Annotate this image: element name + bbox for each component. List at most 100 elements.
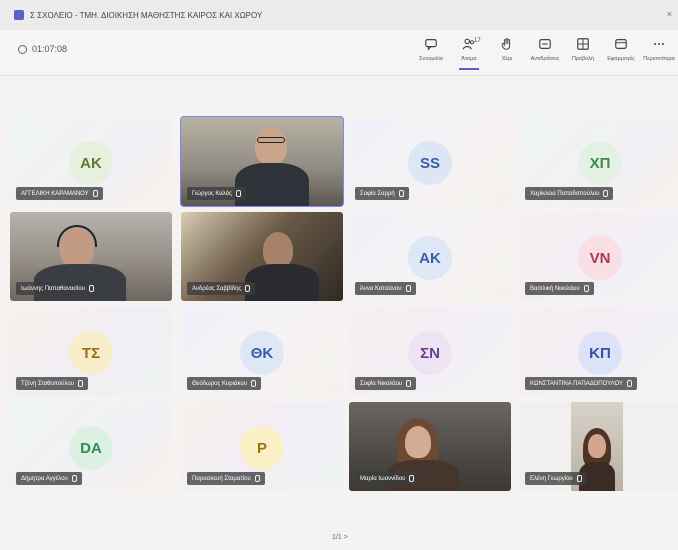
- participant-avatar: DA: [69, 426, 113, 470]
- participant-avatar: P: [240, 426, 284, 470]
- participant-name: ΚΩΝΣΤΑΝΤΙΝΑ ΠΑΠΑΔΟΠΟΥΛΟΥ: [530, 380, 624, 387]
- toolbar-apps-button[interactable]: Εφαρμογές: [602, 34, 640, 70]
- participant-tile[interactable]: SS Σοφία Σαρρή: [349, 117, 511, 206]
- participant-name: Χαρίκλεια Παπαδοπούλου: [530, 190, 600, 197]
- participant-name: Γιώργος Καλός: [192, 190, 232, 197]
- participant-tile[interactable]: Ελένη Γεωργίου: [519, 402, 678, 491]
- participant-name-tag: Ιωάννης Παπαθανασίου: [16, 282, 99, 295]
- mic-muted-icon: [77, 380, 83, 387]
- toolbar-actions: Συνομιλία Άτομα 17 Χέρι Αντιδράσεις Προβολή Εφ…: [412, 34, 678, 70]
- participant-tile[interactable]: ΑΚ Άννα Κατσάνου: [349, 212, 511, 301]
- mic-muted-icon: [406, 380, 412, 387]
- toolbar-label: Εφαρμογές: [607, 56, 635, 62]
- participant-avatar: ΣΝ: [408, 331, 452, 375]
- participant-tile[interactable]: Ιωάννης Παπαθανασίου: [10, 212, 172, 301]
- toolbar-more-button[interactable]: Περισσότερα: [640, 34, 678, 70]
- view-icon: [575, 36, 591, 52]
- participant-name-tag: Παρασκευή Σταματίου: [187, 472, 265, 485]
- window-title: Σ ΣΧΟΛΕΙΟ - ΤΜΗ. ΔΙΟΙΚΗΣΗ ΜΑΘΗΣΤΗΣ ΚΑΙΡΟ…: [30, 10, 263, 20]
- participant-name-tag: Τζένη Σταθοπούλου: [16, 377, 88, 390]
- toolbar-label: Περισσότερα: [643, 56, 675, 62]
- mic-muted-icon: [405, 285, 411, 292]
- participant-tile[interactable]: Ανδρέας Σαββίδης: [181, 212, 343, 301]
- mic-muted-icon: [583, 285, 589, 292]
- window-close-icon[interactable]: ×: [667, 9, 672, 19]
- timer-text: 01:07:08: [32, 44, 68, 54]
- participant-name-tag: Δήμητρα Αγγέλου: [16, 472, 82, 485]
- participant-name-tag: Σοφία Σαρρή: [355, 187, 409, 200]
- participant-avatar: VN: [578, 236, 622, 280]
- mic-muted-icon: [88, 285, 94, 292]
- participant-avatar: SS: [408, 141, 452, 185]
- participant-count: 17: [474, 38, 481, 44]
- mic-muted-icon: [603, 190, 609, 197]
- participant-avatar: ΚΠ: [578, 331, 622, 375]
- mic-muted-icon: [251, 380, 257, 387]
- participant-name: Σοφία Νικολάου: [360, 380, 403, 387]
- toolbar-label: Άτομα: [461, 56, 477, 62]
- pager-text: 1/1 >: [332, 534, 348, 541]
- apps-icon: [613, 36, 629, 52]
- participant-name: Ιωάννης Παπαθανασίου: [21, 285, 85, 292]
- participant-name-tag: Ανδρέας Σαββίδης: [187, 282, 256, 295]
- participant-name: Τζένη Σταθοπούλου: [21, 380, 74, 387]
- toolbar-label: Συνομιλία: [419, 56, 443, 62]
- meeting-toolbar: 01:07:08 Συνομιλία Άτομα 17 Χέρι Αντιδράσεις…: [0, 30, 678, 76]
- participant-avatar: ΘΚ: [240, 331, 284, 375]
- participant-tile[interactable]: VN Βασιλική Νικολάου: [519, 212, 678, 301]
- toolbar-chat-button[interactable]: Συνομιλία: [412, 34, 450, 70]
- mic-muted-icon: [627, 380, 633, 387]
- participant-name-tag: Σοφία Νικολάου: [355, 377, 417, 390]
- mic-muted-icon: [92, 190, 98, 197]
- toolbar-label: Αντιδράσεις: [530, 56, 560, 62]
- participant-name: ΑΓΓΕΛΙΚΗ ΚΑΡΑΜΑΝΟΥ: [21, 190, 89, 197]
- participant-avatar: ΑΚ: [69, 141, 113, 185]
- participant-name: Άννα Κατσάνου: [360, 285, 402, 292]
- reactions-icon: [537, 36, 553, 52]
- participant-name: Ανδρέας Σαββίδης: [192, 285, 242, 292]
- more-icon: [651, 36, 667, 52]
- participant-tile[interactable]: ΑΚ ΑΓΓΕΛΙΚΗ ΚΑΡΑΜΑΝΟΥ: [10, 117, 172, 206]
- participant-name-tag: ΚΩΝΣΤΑΝΤΙΝΑ ΠΑΠΑΔΟΠΟΥΛΟΥ: [525, 377, 638, 390]
- participant-tile[interactable]: ΣΝ Σοφία Νικολάου: [349, 307, 511, 396]
- mic-muted-icon: [254, 475, 260, 482]
- participant-name: Ελένη Γεωργίου: [530, 475, 573, 482]
- participant-name-tag: Άννα Κατσάνου: [355, 282, 416, 295]
- participant-name: Παρασκευή Σταματίου: [192, 475, 251, 482]
- gallery-pager[interactable]: 1/1 >: [332, 534, 348, 541]
- toolbar-label: Προβολή: [571, 56, 595, 62]
- video-gallery: ΑΚ ΑΓΓΕΛΙΚΗ ΚΑΡΑΜΑΝΟΥ Γιώργος Καλός SS Σοφία…: [0, 77, 678, 550]
- participant-tile[interactable]: ΚΠ ΚΩΝΣΤΑΝΤΙΝΑ ΠΑΠΑΔΟΠΟΥΛΟΥ: [519, 307, 678, 396]
- participant-tile[interactable]: ΘΚ Θεόδωρος Κυριάκου: [181, 307, 343, 396]
- mic-muted-icon: [409, 475, 415, 482]
- participant-avatar: ΧΠ: [578, 141, 622, 185]
- meeting-timer: 01:07:08: [18, 44, 67, 54]
- mic-muted-icon: [576, 475, 582, 482]
- mic-muted-icon: [398, 190, 404, 197]
- clock-icon: [18, 44, 27, 54]
- participant-tile[interactable]: Μαρία Ιωαννίδου: [349, 402, 511, 491]
- participant-tile[interactable]: P Παρασκευή Σταματίου: [181, 402, 343, 491]
- participant-name-tag: Γιώργος Καλός: [187, 187, 246, 200]
- participant-tile[interactable]: Γιώργος Καλός: [180, 116, 344, 207]
- participant-name-tag: ΑΓΓΕΛΙΚΗ ΚΑΡΑΜΑΝΟΥ: [16, 187, 103, 200]
- window-titlebar: Σ ΣΧΟΛΕΙΟ - ΤΜΗ. ΔΙΟΙΚΗΣΗ ΜΑΘΗΣΤΗΣ ΚΑΙΡΟ…: [0, 0, 678, 30]
- participant-tile[interactable]: DA Δήμητρα Αγγέλου: [10, 402, 172, 491]
- mic-muted-icon: [245, 285, 251, 292]
- participant-name-tag: Μαρία Ιωαννίδου: [355, 472, 420, 485]
- toolbar-label: Χέρι: [501, 56, 513, 62]
- participant-avatar: ΤΣ: [69, 331, 113, 375]
- toolbar-view-button[interactable]: Προβολή: [564, 34, 602, 70]
- mic-muted-icon: [235, 190, 241, 197]
- toolbar-raise-hand-button[interactable]: Χέρι: [488, 34, 526, 70]
- raise-hand-icon: [499, 36, 515, 52]
- participant-name: Βασιλική Νικολάου: [530, 285, 580, 292]
- participant-name: Θεόδωρος Κυριάκου: [192, 380, 248, 387]
- toolbar-people-button[interactable]: Άτομα 17: [450, 34, 488, 70]
- teams-app-icon: [14, 10, 24, 20]
- chat-icon: [423, 36, 439, 52]
- participant-tile[interactable]: ΤΣ Τζένη Σταθοπούλου: [10, 307, 172, 396]
- participant-name-tag: Χαρίκλεια Παπαδοπούλου: [525, 187, 614, 200]
- toolbar-reactions-button[interactable]: Αντιδράσεις: [526, 34, 564, 70]
- participant-tile[interactable]: ΧΠ Χαρίκλεια Παπαδοπούλου: [519, 117, 678, 206]
